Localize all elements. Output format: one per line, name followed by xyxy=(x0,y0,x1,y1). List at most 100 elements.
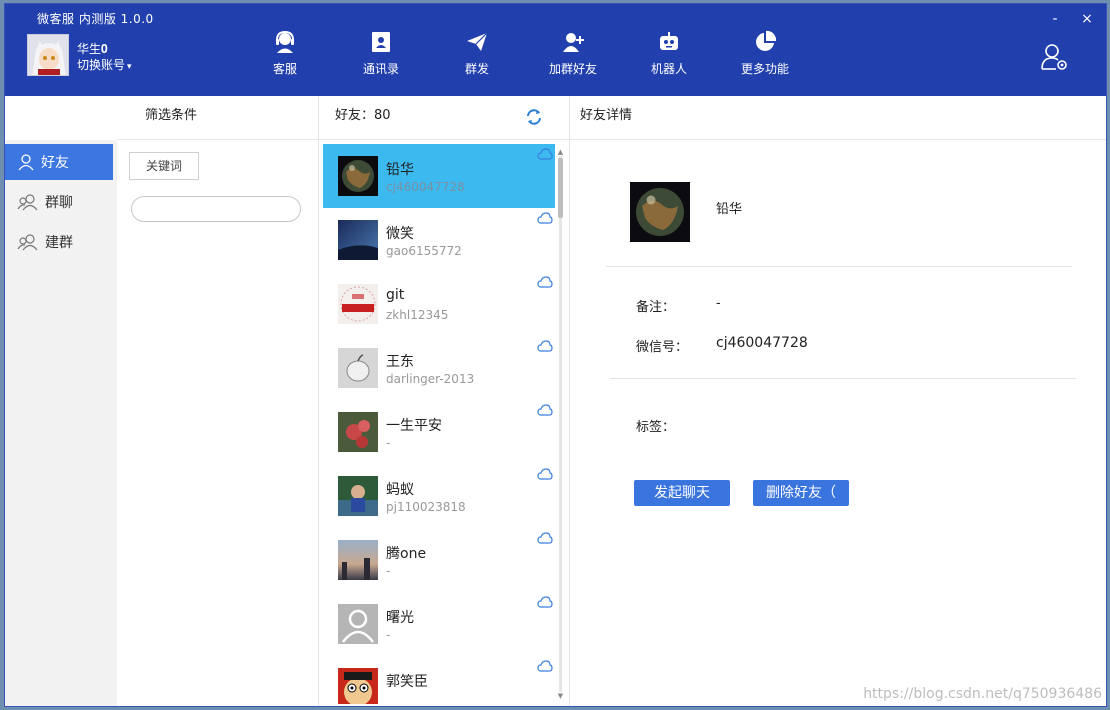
contacts-icon xyxy=(372,32,390,52)
friend-wechat-id: - xyxy=(386,628,391,642)
sidebar-item-create-group[interactable]: 建群 xyxy=(5,224,117,260)
divider xyxy=(606,266,1072,267)
nav-customer-service[interactable]: 客服 xyxy=(237,26,333,86)
headset-icon xyxy=(276,30,294,53)
top-bar: 微客服 内测版 1.0.0 - × 华生𝟎 切换账号 ▾ 客服 通讯录 群发 加… xyxy=(5,4,1106,96)
wechat-id-label: 微信号： xyxy=(636,340,689,355)
scroll-up-arrow-icon[interactable]: ▲ xyxy=(557,148,564,156)
sidebar-item-label: 好友 xyxy=(41,155,69,171)
friends-header: 好友：80 xyxy=(319,96,569,140)
friend-name: 腾one xyxy=(386,546,427,562)
friends-list: 铅华 cj460047728 微笑 gao6155772 git zkhl123… xyxy=(323,144,555,704)
nav-broadcast[interactable]: 群发 xyxy=(429,26,525,86)
account-avatar[interactable] xyxy=(27,34,69,76)
cloud-icon xyxy=(537,468,553,480)
keyword-button[interactable]: 关键词 xyxy=(129,152,199,180)
cloud-icon xyxy=(537,148,553,160)
robot-icon xyxy=(660,32,678,50)
friends-panel: 好友：80 铅华 cj460047728 微笑 gao6155772 git z… xyxy=(319,96,570,706)
remark-value: - xyxy=(716,296,721,311)
cloud-icon xyxy=(537,532,553,544)
sidebar-item-friends[interactable]: 好友 xyxy=(5,144,113,180)
nav-label: 更多功能 xyxy=(740,62,789,76)
friend-avatar xyxy=(338,156,378,196)
friend-avatar xyxy=(338,220,378,260)
sidebar-item-group-chats[interactable]: 群聊 xyxy=(5,184,117,220)
filter-title: 筛选条件 xyxy=(117,96,318,140)
start-chat-button[interactable]: 发起聊天 xyxy=(634,480,730,506)
sidebar-item-label: 群聊 xyxy=(45,195,73,211)
delete-friend-button[interactable]: 删除好友（ xyxy=(753,480,849,506)
filter-panel: 筛选条件 关键词 xyxy=(117,96,319,706)
nav-label: 客服 xyxy=(272,62,297,76)
add-friend-icon xyxy=(563,33,584,52)
close-button[interactable]: × xyxy=(1076,10,1098,28)
friend-row[interactable]: 曙光 - xyxy=(323,592,555,656)
friend-name: 铅华 xyxy=(386,162,414,178)
friend-row[interactable]: 一生平安 - xyxy=(323,400,555,464)
account-name: 华生𝟎 xyxy=(77,42,108,56)
cloud-icon xyxy=(537,660,553,672)
nav-label: 群发 xyxy=(464,62,489,76)
friend-row[interactable]: 王东 darlinger-2013 xyxy=(323,336,555,400)
nav-contacts[interactable]: 通讯录 xyxy=(333,26,429,86)
friend-avatar xyxy=(338,412,378,452)
friend-name: git xyxy=(386,287,405,303)
nav-robot[interactable]: 机器人 xyxy=(621,26,717,86)
remark-label: 备注： xyxy=(636,300,676,315)
watermark: https://blog.csdn.net/q750936486 xyxy=(863,686,1102,702)
friend-avatar xyxy=(338,540,378,580)
app-window: 微客服 内测版 1.0.0 - × 华生𝟎 切换账号 ▾ 客服 通讯录 群发 加… xyxy=(4,3,1107,707)
friend-name: 王东 xyxy=(386,354,414,370)
friend-wechat-id: zkhl12345 xyxy=(386,308,449,322)
friend-row[interactable]: 腾one - xyxy=(323,528,555,592)
nav-more-features[interactable]: 更多功能 xyxy=(717,26,813,86)
friend-name: 蚂蚁 xyxy=(386,482,414,498)
detail-title: 好友详情 xyxy=(570,96,1106,140)
sidebar: 好友 群聊 建群 xyxy=(5,96,117,706)
friend-row[interactable]: git zkhl12345 xyxy=(323,272,555,336)
friend-avatar xyxy=(338,668,378,704)
refresh-icon[interactable] xyxy=(525,108,543,126)
friend-name: 一生平安 xyxy=(386,418,442,434)
switch-account-link[interactable]: 切换账号 ▾ xyxy=(77,56,132,73)
friend-name: 郭笑臣 xyxy=(386,674,428,690)
cloud-icon xyxy=(537,276,553,288)
sidebar-item-label: 建群 xyxy=(45,235,73,251)
cloud-icon xyxy=(537,340,553,352)
friends-scrollbar[interactable]: ▲ ▼ xyxy=(557,148,564,700)
friend-wechat-id: - xyxy=(386,436,391,450)
minimize-button[interactable]: - xyxy=(1044,10,1066,28)
friend-name: 曙光 xyxy=(386,610,414,626)
nav-add-group-friends[interactable]: 加群好友 xyxy=(525,26,621,86)
friend-wechat-id: gao6155772 xyxy=(386,244,462,258)
cloud-icon xyxy=(537,596,553,608)
nav-label: 加群好友 xyxy=(548,62,597,76)
friends-count: 好友：80 xyxy=(335,108,391,123)
friend-detail-panel: 好友详情 铅华 备注： - 微信号： cj460047728 标签： 发起聊天 … xyxy=(570,96,1106,706)
nav-label: 通讯录 xyxy=(362,62,399,76)
friend-wechat-id: cj460047728 xyxy=(386,180,465,194)
user-settings-icon[interactable] xyxy=(1040,42,1070,72)
friend-row[interactable]: 蚂蚁 pj110023818 xyxy=(323,464,555,528)
user-icon xyxy=(18,154,34,171)
friend-row[interactable]: 郭笑臣 xyxy=(323,656,555,704)
friend-avatar xyxy=(338,604,378,644)
friend-wechat-id: - xyxy=(386,564,391,578)
friend-row[interactable]: 铅华 cj460047728 xyxy=(323,144,555,208)
nav-label: 机器人 xyxy=(650,62,687,76)
window-title: 微客服 内测版 1.0.0 xyxy=(37,12,154,26)
scroll-down-arrow-icon[interactable]: ▼ xyxy=(557,692,564,700)
friend-avatar xyxy=(338,348,378,388)
scroll-thumb[interactable] xyxy=(558,158,563,218)
friend-avatar xyxy=(338,476,378,516)
keyword-search-input[interactable] xyxy=(131,196,301,222)
detail-name: 铅华 xyxy=(716,202,743,217)
group-add-icon xyxy=(17,234,38,251)
cloud-icon xyxy=(537,212,553,224)
sidebar-spacer xyxy=(5,96,117,140)
friend-row[interactable]: 微笑 gao6155772 xyxy=(323,208,555,272)
friend-avatar xyxy=(338,284,378,324)
main-nav: 客服 通讯录 群发 加群好友 机器人 更多功能 xyxy=(237,26,813,86)
send-icon xyxy=(467,32,488,51)
